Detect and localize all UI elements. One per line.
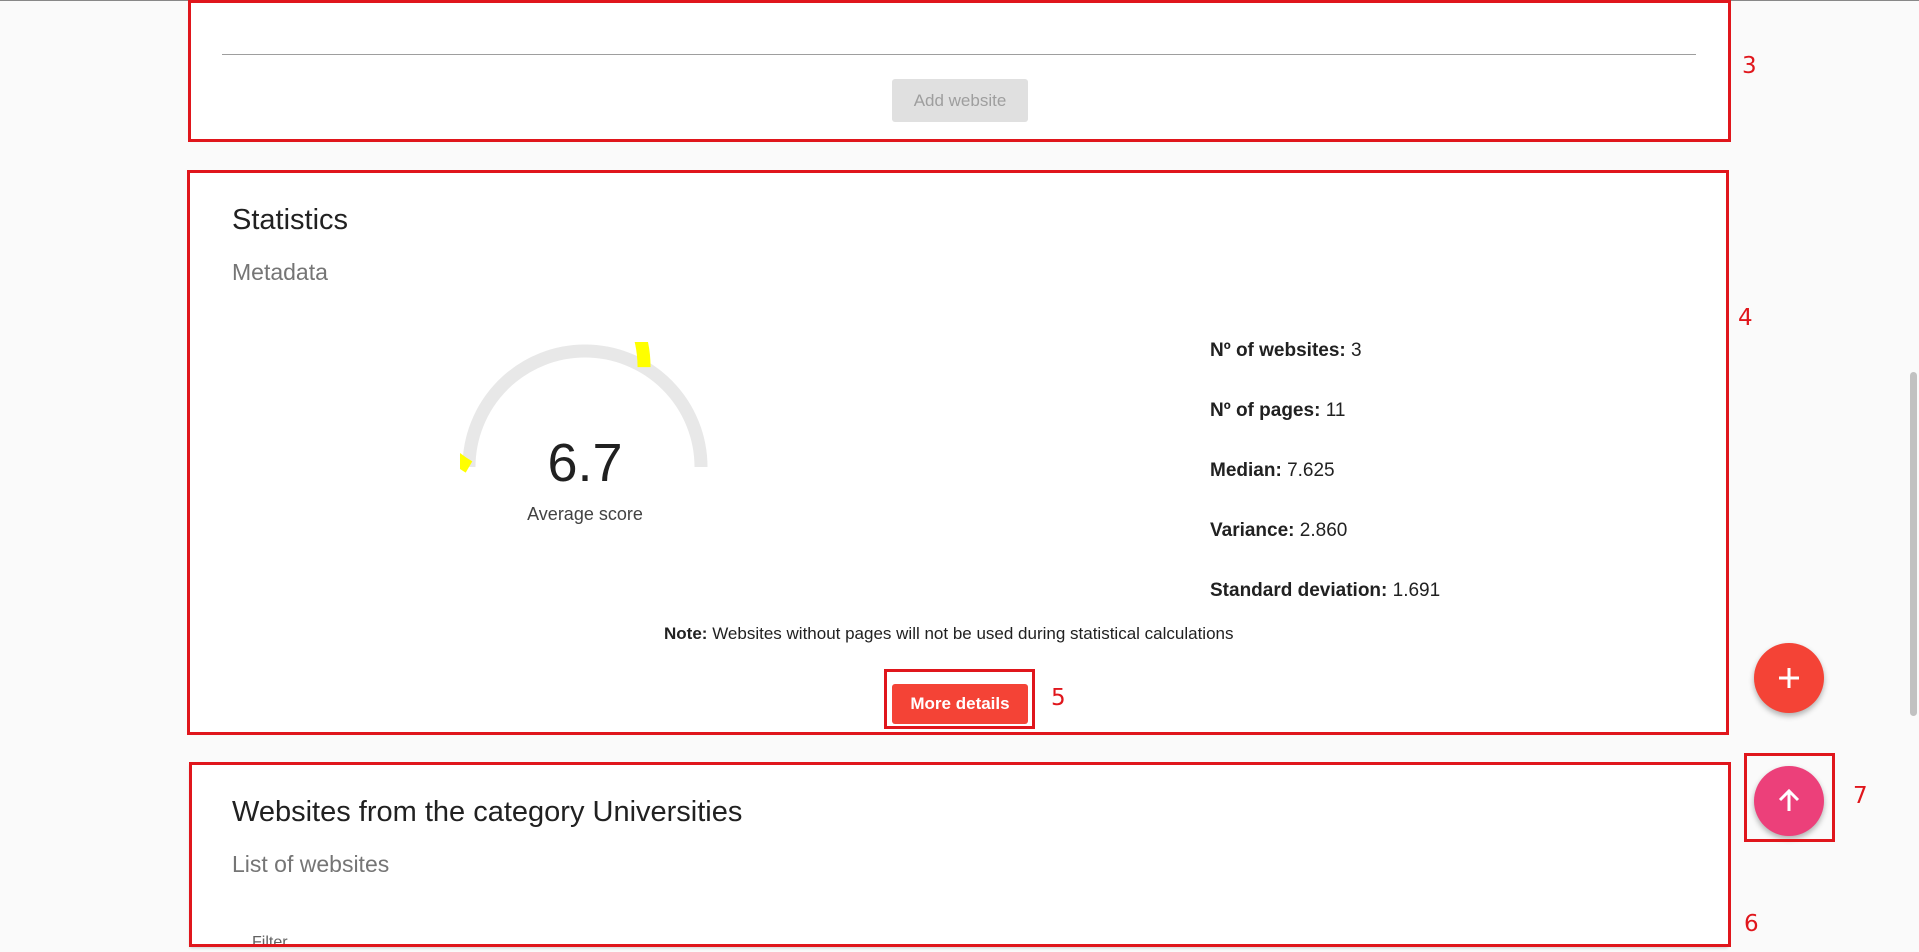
stat-pages-count: Nº of pages: 11	[1210, 400, 1345, 422]
annotation-label-3: 3	[1742, 53, 1757, 79]
input-underline	[222, 54, 1696, 55]
stat-value: 7.625	[1287, 460, 1335, 481]
scroll-to-top-button[interactable]	[1754, 766, 1824, 836]
stat-label: Median:	[1210, 460, 1282, 481]
statistics-note: Note: Websites without pages will not be…	[664, 624, 1234, 644]
stat-websites-count: Nº of websites: 3	[1210, 340, 1362, 362]
stat-label: Nº of websites:	[1210, 340, 1346, 361]
stat-value: 3	[1351, 340, 1362, 361]
add-fab-button[interactable]	[1754, 643, 1824, 713]
annotation-label-6: 6	[1744, 911, 1759, 937]
stat-value: 2.860	[1299, 520, 1348, 541]
statistics-title: Statistics	[232, 204, 349, 236]
stat-variance: Variance: 2.860	[1210, 520, 1347, 542]
add-website-button[interactable]: Add website	[892, 79, 1028, 122]
average-score-value: 6.7	[547, 433, 623, 493]
average-score-caption: Average score	[527, 504, 643, 524]
stat-value: 1.691	[1392, 580, 1441, 601]
more-details-button[interactable]: More details	[892, 684, 1028, 724]
websites-list-title: Websites from the category Universities	[232, 796, 743, 828]
stat-label: Nº of pages:	[1210, 400, 1321, 421]
note-text: Websites without pages will not be used …	[712, 624, 1234, 643]
arrow-up-icon	[1778, 788, 1800, 811]
annotation-label-7: 7	[1853, 783, 1868, 809]
statistics-subtitle: Metadata	[232, 259, 328, 285]
stat-median: Median: 7.625	[1210, 460, 1335, 482]
filter-input-label[interactable]: Filter	[252, 934, 288, 952]
stat-standard-deviation: Standard deviation: 1.691	[1210, 580, 1440, 602]
websites-list-card: Websites from the category Universities …	[190, 764, 1728, 951]
stat-label: Variance:	[1210, 520, 1295, 541]
statistics-card: Statistics Metadata 6.7 Average score Nº…	[190, 172, 1726, 732]
annotation-label-4: 4	[1738, 305, 1753, 331]
note-label: Note:	[664, 624, 708, 643]
stat-label: Standard deviation:	[1210, 580, 1388, 601]
stat-value: 11	[1325, 400, 1346, 421]
scrollbar-thumb[interactable]	[1910, 372, 1917, 716]
add-website-card: Add website	[190, 0, 1728, 139]
plus-icon	[1779, 668, 1799, 688]
websites-list-subtitle: List of websites	[232, 851, 390, 877]
annotation-label-5: 5	[1051, 685, 1066, 711]
